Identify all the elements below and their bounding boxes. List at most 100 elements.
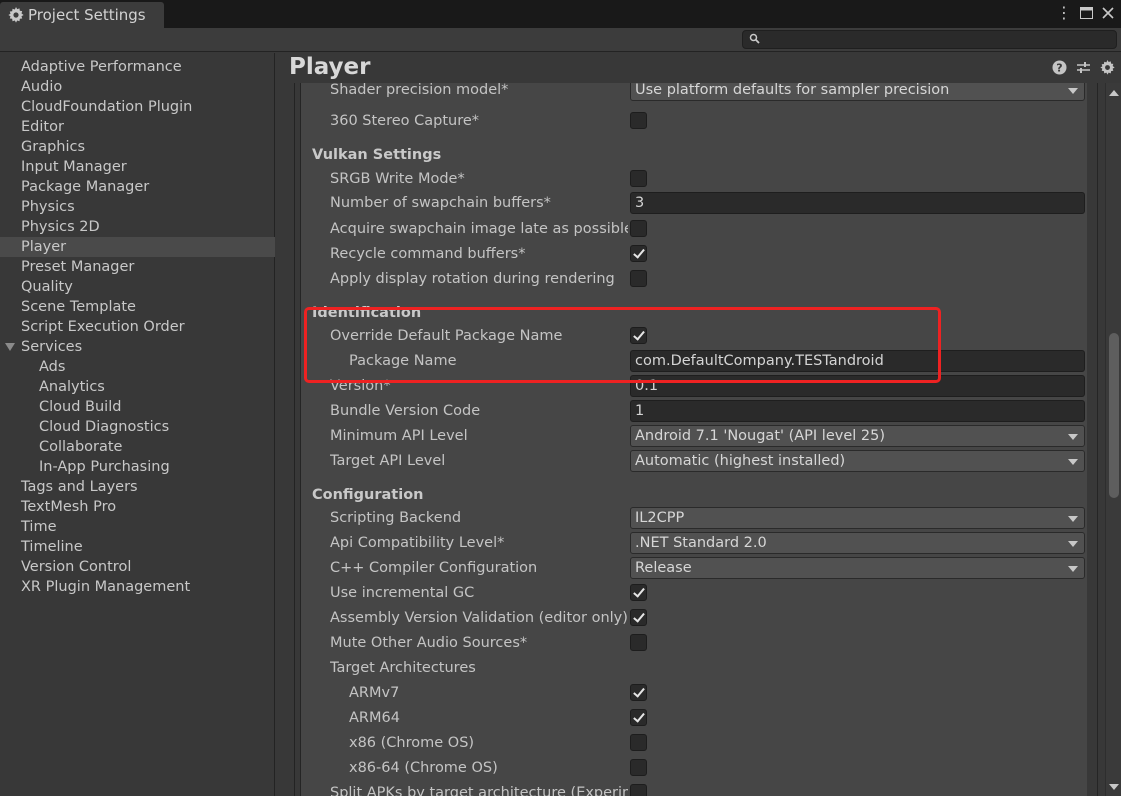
gear-icon xyxy=(8,7,24,23)
x86-chrome-os-checkbox[interactable] xyxy=(630,734,647,751)
360-stereo-capture-checkbox[interactable] xyxy=(630,112,647,129)
setting-label: Acquire swapchain image late as possible… xyxy=(330,221,628,237)
scroll-down-arrow-icon[interactable] xyxy=(1109,784,1119,790)
sidebar-item-version-control[interactable]: Version Control xyxy=(0,557,275,577)
sidebar-item-label: Cloud Diagnostics xyxy=(39,419,170,435)
sidebar-item-tags-and-layers[interactable]: Tags and Layers xyxy=(0,477,275,497)
sidebar-item-preset-manager[interactable]: Preset Manager xyxy=(0,257,275,277)
chevron-down-icon xyxy=(1068,541,1078,547)
sidebar-item-package-manager[interactable]: Package Manager xyxy=(0,177,275,197)
setting-row-acquire-swapchain-image-late-as-possible: Acquire swapchain image late as possible… xyxy=(301,218,1087,240)
target-api-level-dropdown[interactable]: Automatic (highest installed) xyxy=(630,450,1085,472)
sidebar-item-in-app-purchasing[interactable]: In-App Purchasing xyxy=(0,457,275,477)
toolbar xyxy=(0,28,1121,52)
sidebar-item-adaptive-performance[interactable]: Adaptive Performance xyxy=(0,57,275,77)
sidebar-item-graphics[interactable]: Graphics xyxy=(0,137,275,157)
setting-row-target-architectures: Target Architectures xyxy=(301,657,1087,679)
setting-row-scripting-backend: Scripting Backend IL2CPP xyxy=(301,507,1087,529)
armv7-checkbox[interactable] xyxy=(630,684,647,701)
sidebar-item-quality[interactable]: Quality xyxy=(0,277,275,297)
sidebar-item-label: In-App Purchasing xyxy=(39,459,170,475)
setting-label: x86-64 (Chrome OS) xyxy=(349,760,498,776)
svg-text:?: ? xyxy=(1056,62,1062,75)
sidebar-item-cloudfoundation-plugin[interactable]: CloudFoundation Plugin xyxy=(0,97,275,117)
sidebar-item-label: Time xyxy=(21,519,57,535)
sidebar-item-input-manager[interactable]: Input Manager xyxy=(0,157,275,177)
version-field[interactable]: 0.1 xyxy=(630,375,1085,397)
x86-64-chrome-os-checkbox[interactable] xyxy=(630,759,647,776)
sidebar-item-player[interactable]: Player xyxy=(0,237,275,257)
setting-row-x86-64-chrome-os: x86-64 (Chrome OS) xyxy=(301,757,1087,779)
section-title: Identification xyxy=(312,305,422,321)
kebab-menu-icon[interactable]: ⋮ xyxy=(1056,4,1072,22)
section-header-vulkan-settings: Vulkan Settings xyxy=(301,144,1087,166)
use-incremental-gc-checkbox[interactable] xyxy=(630,584,647,601)
maximize-icon[interactable] xyxy=(1079,4,1093,22)
number-of-swapchain-buffers-field[interactable]: 3 xyxy=(630,192,1085,214)
dropdown-value: IL2CPP xyxy=(635,510,685,526)
setting-label: Shader precision model* xyxy=(330,83,509,98)
split-apks-by-target-architecture-experimental-checkbox[interactable] xyxy=(630,784,647,796)
minimum-api-level-dropdown[interactable]: Android 7.1 'Nougat' (API level 25) xyxy=(630,425,1085,447)
sidebar-item-xr-plugin-management[interactable]: XR Plugin Management xyxy=(0,577,275,597)
sidebar-item-physics-2d[interactable]: Physics 2D xyxy=(0,217,275,237)
sidebar-item-label: Version Control xyxy=(21,559,132,575)
acquire-swapchain-image-late-as-possible-checkbox[interactable] xyxy=(630,220,647,237)
sidebar-item-textmesh-pro[interactable]: TextMesh Pro xyxy=(0,497,275,517)
srgb-write-mode-checkbox[interactable] xyxy=(630,170,647,187)
sidebar-item-script-execution-order[interactable]: Script Execution Order xyxy=(0,317,275,337)
presets-icon[interactable] xyxy=(1076,60,1091,75)
sidebar-item-cloud-diagnostics[interactable]: Cloud Diagnostics xyxy=(0,417,275,437)
setting-row-bundle-version-code: Bundle Version Code 1 xyxy=(301,400,1087,422)
help-icon[interactable]: ? xyxy=(1052,60,1067,75)
package-name-field[interactable]: com.DefaultCompany.TESTandroid xyxy=(630,350,1085,372)
close-icon[interactable] xyxy=(1101,4,1115,22)
sidebar-item-cloud-build[interactable]: Cloud Build xyxy=(0,397,275,417)
sidebar-item-services[interactable]: Services xyxy=(0,337,275,357)
expand-triangle-icon[interactable] xyxy=(5,343,15,351)
sidebar-item-collaborate[interactable]: Collaborate xyxy=(0,437,275,457)
bundle-version-code-field[interactable]: 1 xyxy=(630,400,1085,422)
sidebar-item-label: XR Plugin Management xyxy=(21,579,191,595)
setting-row-shader-precision-model: Shader precision model* Use platform defa… xyxy=(301,83,1087,101)
sidebar-item-scene-template[interactable]: Scene Template xyxy=(0,297,275,317)
section-title: Vulkan Settings xyxy=(312,147,442,163)
sidebar-item-analytics[interactable]: Analytics xyxy=(0,377,275,397)
arm64-checkbox[interactable] xyxy=(630,709,647,726)
sidebar-item-ads[interactable]: Ads xyxy=(0,357,275,377)
search-input[interactable] xyxy=(742,30,1117,49)
sidebar-item-audio[interactable]: Audio xyxy=(0,77,275,97)
override-default-package-name-checkbox[interactable] xyxy=(630,327,647,344)
setting-row-version: Version* 0.1 xyxy=(301,375,1087,397)
setting-row-360-stereo-capture: 360 Stereo Capture* xyxy=(301,110,1087,132)
scripting-backend-dropdown[interactable]: IL2CPP xyxy=(630,507,1085,529)
sidebar-item-timeline[interactable]: Timeline xyxy=(0,537,275,557)
setting-row-srgb-write-mode: SRGB Write Mode* xyxy=(301,168,1087,190)
c-compiler-configuration-dropdown[interactable]: Release xyxy=(630,557,1085,579)
shader-precision-model-dropdown[interactable]: Use platform defaults for sampler precis… xyxy=(630,83,1085,101)
section-header-identification: Identification xyxy=(301,302,1087,324)
dropdown-value: Use platform defaults for sampler precis… xyxy=(635,83,950,98)
sidebar-item-label: Physics 2D xyxy=(21,219,100,235)
setting-label: Package Name xyxy=(349,353,457,369)
apply-display-rotation-during-rendering-checkbox[interactable] xyxy=(630,270,647,287)
scroll-up-arrow-icon[interactable] xyxy=(1109,90,1119,96)
sidebar-item-physics[interactable]: Physics xyxy=(0,197,275,217)
sidebar-item-label: Player xyxy=(21,239,67,255)
setting-label: Target API Level xyxy=(330,453,446,469)
mute-other-audio-sources-checkbox[interactable] xyxy=(630,634,647,651)
assembly-version-validation-editor-only-checkbox[interactable] xyxy=(630,609,647,626)
vertical-scrollbar[interactable] xyxy=(1105,83,1121,796)
setting-label: Override Default Package Name xyxy=(330,328,563,344)
settings-gear-icon[interactable] xyxy=(1100,60,1115,75)
tab-project-settings[interactable]: Project Settings xyxy=(0,2,164,28)
sidebar-item-label: Input Manager xyxy=(21,159,127,175)
recycle-command-buffers-checkbox[interactable] xyxy=(630,245,647,262)
scrollbar-thumb[interactable] xyxy=(1109,333,1119,498)
setting-label: Apply display rotation during rendering xyxy=(330,271,615,287)
setting-row-c-compiler-configuration: C++ Compiler Configuration Release xyxy=(301,557,1087,579)
api-compatibility-level-dropdown[interactable]: .NET Standard 2.0 xyxy=(630,532,1085,554)
sidebar-item-editor[interactable]: Editor xyxy=(0,117,275,137)
tab-title: Project Settings xyxy=(28,6,146,24)
sidebar-item-time[interactable]: Time xyxy=(0,517,275,537)
